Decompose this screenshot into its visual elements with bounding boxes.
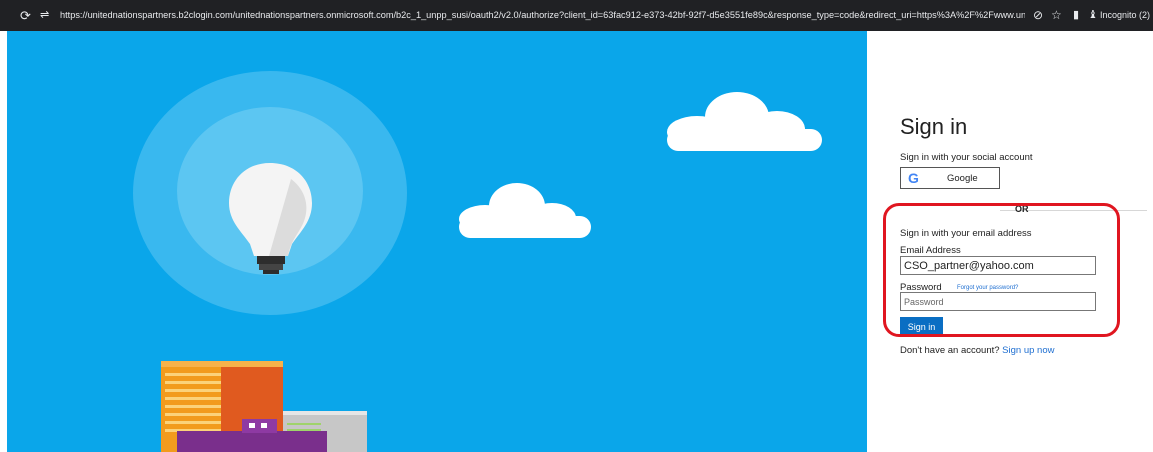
signup-link[interactable]: Sign up now (1002, 345, 1054, 356)
illustration-svg (133, 71, 822, 452)
email-field[interactable] (900, 256, 1096, 275)
eye-off-icon[interactable]: ⊘ (1033, 0, 1043, 31)
sky-background (7, 31, 867, 452)
email-signin-heading: Sign in with your email address (900, 228, 1032, 239)
site-settings-icon[interactable]: ⇌ (40, 0, 49, 31)
google-signin-button[interactable]: G Google (900, 167, 1000, 189)
sidebar-icon[interactable]: ▮ (1073, 0, 1079, 31)
signin-panel (867, 31, 1153, 452)
star-icon[interactable]: ☆ (1051, 0, 1062, 31)
incognito-label[interactable]: Incognito (2) (1100, 0, 1150, 31)
email-label: Email Address (900, 245, 961, 256)
forgot-password-link[interactable]: Forgot your password? (957, 285, 1018, 291)
hero-illustration (0, 31, 867, 452)
incognito-icon: ♝ (1088, 9, 1098, 21)
or-separator: OR (1015, 204, 1029, 214)
browser-toolbar: ⟳ ⇌ https://unitednationspartners.b2clog… (0, 0, 1153, 31)
reload-icon[interactable]: ⟳ (20, 0, 31, 31)
social-signin-heading: Sign in with your social account (900, 152, 1033, 163)
address-bar[interactable]: https://unitednationspartners.b2clogin.c… (60, 0, 1025, 31)
google-icon: G (908, 170, 919, 186)
city-buildings (161, 361, 367, 452)
page-title: Sign in (900, 114, 968, 139)
password-field[interactable] (900, 292, 1096, 311)
cloud-middle (459, 183, 591, 238)
signup-prompt: Don't have an account? Sign up now (900, 345, 1054, 356)
google-button-label: Google (947, 173, 978, 184)
cloud-top-right (667, 92, 822, 151)
no-account-text: Don't have an account? (900, 345, 1000, 356)
signin-button[interactable]: Sign in (900, 317, 943, 336)
